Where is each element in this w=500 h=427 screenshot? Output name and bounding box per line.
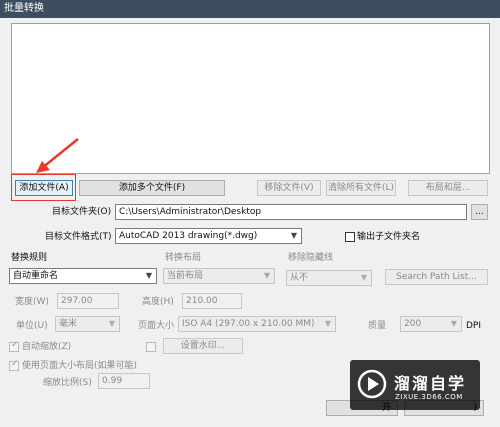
chevron-down-icon: ▼ bbox=[108, 319, 115, 328]
chevron-down-icon: ▼ bbox=[263, 271, 270, 280]
target-folder-input[interactable]: C:\Users\Administrator\Desktop bbox=[115, 204, 467, 220]
watermark-checkbox[interactable] bbox=[146, 342, 156, 352]
output-subfolder-checkbox[interactable] bbox=[345, 232, 355, 242]
chevron-down-icon: ▼ bbox=[324, 319, 331, 328]
chevron-down-icon: ▼ bbox=[450, 319, 457, 328]
height-label: 高度(H) bbox=[142, 297, 174, 307]
quality-label: 质量 bbox=[368, 321, 387, 331]
convert-layout-select[interactable]: 当前布局 ▼ bbox=[163, 268, 275, 284]
replace-rule-select[interactable]: 自动重命名 ▼ bbox=[9, 268, 157, 284]
unit-label: 单位(U) bbox=[16, 321, 48, 331]
page-size-value: ISO A4 (297.00 x 210.00 MM) bbox=[182, 319, 315, 329]
remove-file-button[interactable]: 移除文件(V) bbox=[257, 180, 321, 196]
site-watermark: 溜溜自学 ZIXUE.3D66.COM bbox=[350, 360, 480, 410]
window-title: 批量转换 bbox=[4, 3, 44, 14]
output-subfolder-label: 输出子文件夹名 bbox=[357, 232, 421, 242]
use-page-size-checkbox[interactable] bbox=[9, 359, 19, 371]
watermark-url: ZIXUE.3D66.COM bbox=[395, 393, 463, 401]
target-format-label: 目标文件格式(T) bbox=[45, 232, 112, 242]
unit-select[interactable]: 毫米 ▼ bbox=[55, 316, 120, 332]
remove-hidden-lines-select[interactable]: 从不 ▼ bbox=[286, 270, 372, 286]
page-size-label: 页面大小 bbox=[138, 321, 175, 331]
height-input[interactable]: 210.00 bbox=[182, 293, 242, 309]
remove-hidden-lines-value: 从不 bbox=[290, 273, 309, 283]
title-bar: 批量转换 bbox=[0, 0, 500, 18]
auto-zoom-label: 自动缩放(Z) bbox=[22, 342, 72, 352]
convert-layout-label: 转换布局 bbox=[165, 253, 202, 263]
search-path-list-button[interactable]: Search Path List... bbox=[385, 269, 488, 285]
set-watermark-button[interactable]: 设置水印... bbox=[163, 338, 243, 354]
annotation-arrow bbox=[36, 138, 79, 173]
width-input[interactable]: 297.00 bbox=[57, 293, 119, 309]
quality-select[interactable]: 200 ▼ bbox=[400, 316, 462, 332]
quality-unit-label: DPI bbox=[466, 321, 482, 331]
remove-hidden-lines-label: 移除隐藏线 bbox=[288, 253, 334, 263]
zoom-ratio-label: 缩放比例(S) bbox=[43, 378, 92, 388]
auto-zoom-checkbox[interactable] bbox=[9, 340, 19, 352]
replace-rule-label: 替换规则 bbox=[11, 253, 48, 263]
target-folder-label: 目标文件夹(O) bbox=[52, 207, 112, 217]
add-multiple-files-button[interactable]: 添加多个文件(F) bbox=[79, 180, 225, 196]
zoom-ratio-input[interactable]: 0.99 bbox=[98, 373, 150, 389]
unit-value: 毫米 bbox=[59, 319, 78, 329]
add-file-button[interactable]: 添加文件(A) bbox=[15, 180, 73, 196]
browse-button[interactable]: ... bbox=[471, 204, 488, 220]
page-size-select[interactable]: ISO A4 (297.00 x 210.00 MM) ▼ bbox=[178, 316, 336, 332]
quality-value: 200 bbox=[404, 319, 422, 329]
clear-all-files-button[interactable]: 清除所有文件(L) bbox=[326, 180, 396, 196]
chevron-down-icon: ▼ bbox=[290, 231, 297, 240]
target-format-select[interactable]: AutoCAD 2013 drawing(*.dwg) ▼ bbox=[115, 228, 302, 244]
chevron-down-icon: ▼ bbox=[360, 273, 367, 282]
use-page-size-label: 使用页面大小布局(如果可能) bbox=[22, 361, 138, 371]
chevron-down-icon: ▼ bbox=[145, 271, 152, 280]
convert-layout-value: 当前布局 bbox=[167, 271, 204, 281]
width-label: 宽度(W) bbox=[15, 297, 49, 307]
target-format-value: AutoCAD 2013 drawing(*.dwg) bbox=[119, 231, 258, 241]
watermark-brand: 溜溜自学 bbox=[394, 374, 467, 393]
play-logo-icon bbox=[357, 369, 387, 399]
replace-rule-value: 自动重命名 bbox=[13, 271, 59, 281]
layout-and-layers-button[interactable]: 布局和层... bbox=[408, 180, 488, 196]
